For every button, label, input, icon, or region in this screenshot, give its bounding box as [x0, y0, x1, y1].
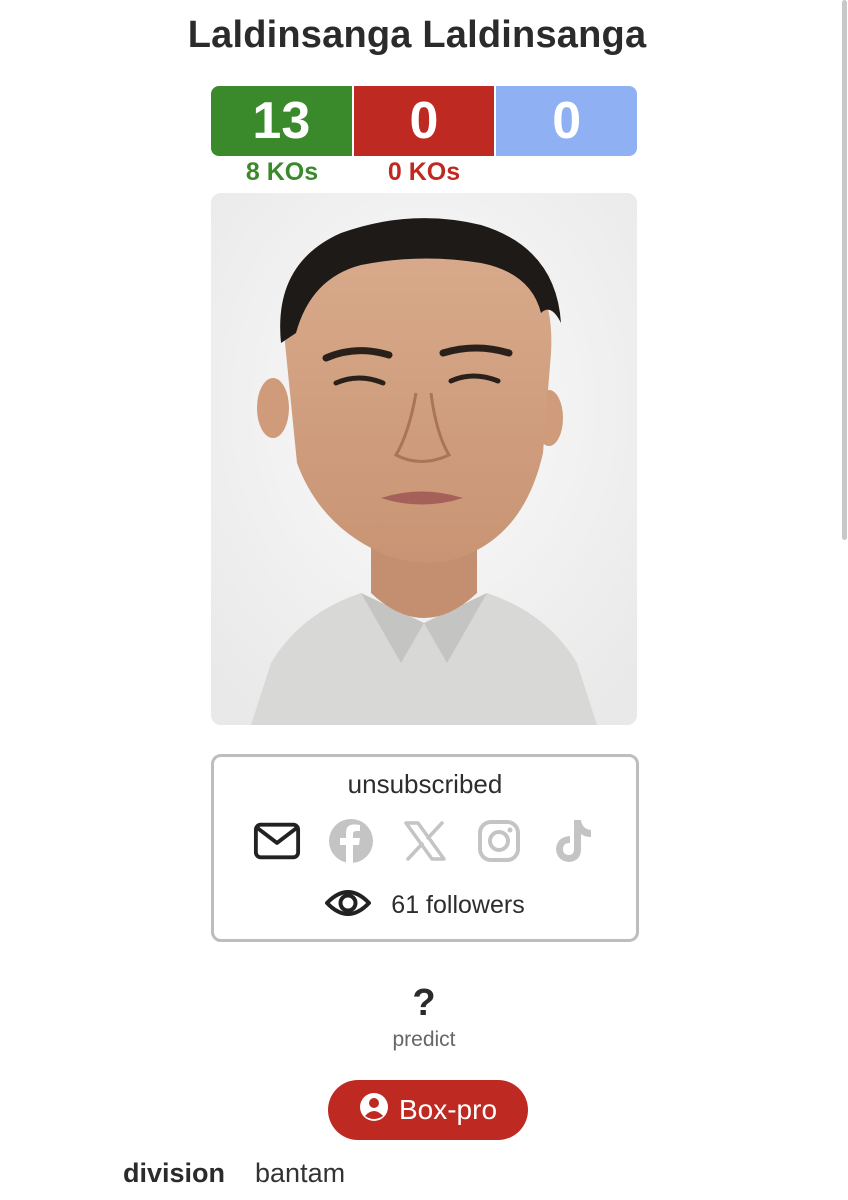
- losses-count: 0: [351, 86, 495, 156]
- fighter-name: Laldinsanga Laldinsanga: [187, 14, 647, 56]
- subscription-card: unsubscribed 61 followers: [211, 754, 639, 942]
- eye-icon: [325, 887, 372, 924]
- user-circle-icon: [359, 1092, 389, 1129]
- followers-count: 61 followers: [391, 891, 525, 919]
- followers-row: 61 followers: [214, 887, 636, 924]
- scrollbar[interactable]: [840, 0, 848, 1200]
- question-mark-icon: ?: [412, 982, 436, 1024]
- facebook-icon[interactable]: [327, 817, 375, 865]
- wins-count: 13: [211, 86, 352, 156]
- x-icon[interactable]: [401, 817, 449, 865]
- win-kos: 8 KOs: [245, 158, 319, 186]
- tiktok-icon[interactable]: [549, 817, 597, 865]
- box-pro-button[interactable]: Box-pro: [328, 1080, 528, 1140]
- box-pro-label: Box-pro: [398, 1094, 498, 1125]
- subscription-status: unsubscribed: [347, 769, 503, 799]
- social-icons-row: [214, 817, 636, 865]
- predict-label: predict: [392, 1028, 456, 1051]
- division-row: division bantam: [123, 1158, 345, 1189]
- instagram-icon[interactable]: [475, 817, 523, 865]
- scrollbar-thumb[interactable]: [842, 0, 847, 540]
- loss-kos: 0 KOs: [387, 158, 461, 186]
- division-label: division: [123, 1158, 226, 1188]
- fighter-photo: [211, 193, 637, 725]
- draws-count: 0: [494, 86, 637, 156]
- envelope-icon[interactable]: [253, 817, 301, 865]
- record-bar: 13 0 0: [211, 86, 637, 156]
- predict-button[interactable]: ? predict: [374, 982, 474, 1052]
- division-value: bantam: [255, 1158, 346, 1188]
- fighter-portrait: [211, 193, 637, 725]
